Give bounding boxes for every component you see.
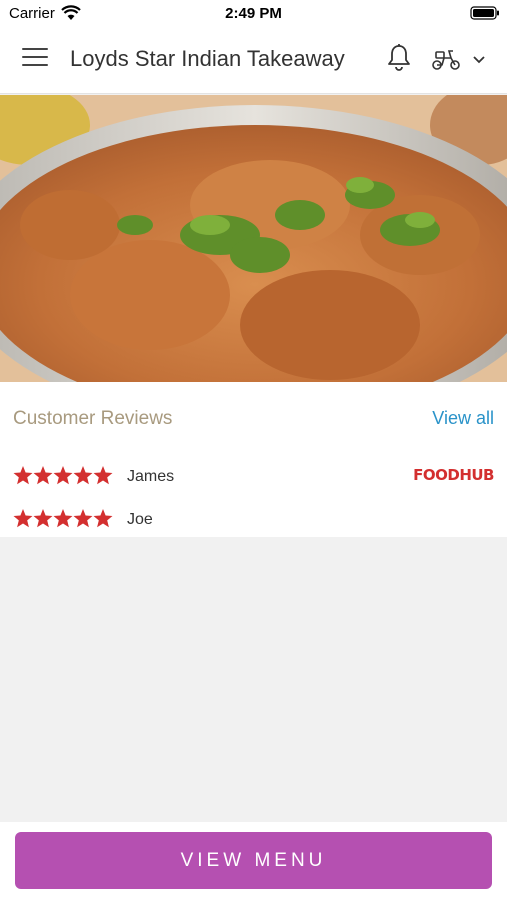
bottom-bar: VIEW MENU (0, 822, 507, 900)
reviewer-name: Joe (127, 511, 153, 528)
star-rating-icon (13, 466, 113, 485)
page-title: Loyds Star Indian Takeaway (70, 46, 345, 71)
bell-icon[interactable] (386, 43, 412, 73)
view-menu-button[interactable]: VIEW MENU (15, 832, 492, 889)
chevron-down-icon[interactable] (472, 54, 486, 64)
clock: 2:49 PM (225, 5, 282, 22)
menu-icon[interactable] (22, 48, 48, 70)
view-all-link[interactable]: View all (432, 408, 494, 429)
customer-reviews-section: Customer Reviews View all James FOODHUB (0, 382, 507, 537)
curry-dish-photo (0, 95, 507, 382)
hero-image (0, 95, 507, 382)
foodhub-logo: FOODHUB (413, 466, 494, 484)
reviewer-name: James (127, 468, 175, 485)
scooter-icon[interactable] (431, 48, 461, 70)
section-title: Customer Reviews (13, 408, 173, 429)
star-rating-icon (13, 509, 113, 528)
status-bar: Carrier 2:49 PM (0, 0, 507, 26)
review-item: Joe (13, 508, 493, 532)
app-header: Loyds Star Indian Takeaway (0, 26, 507, 94)
battery-icon (470, 6, 499, 20)
